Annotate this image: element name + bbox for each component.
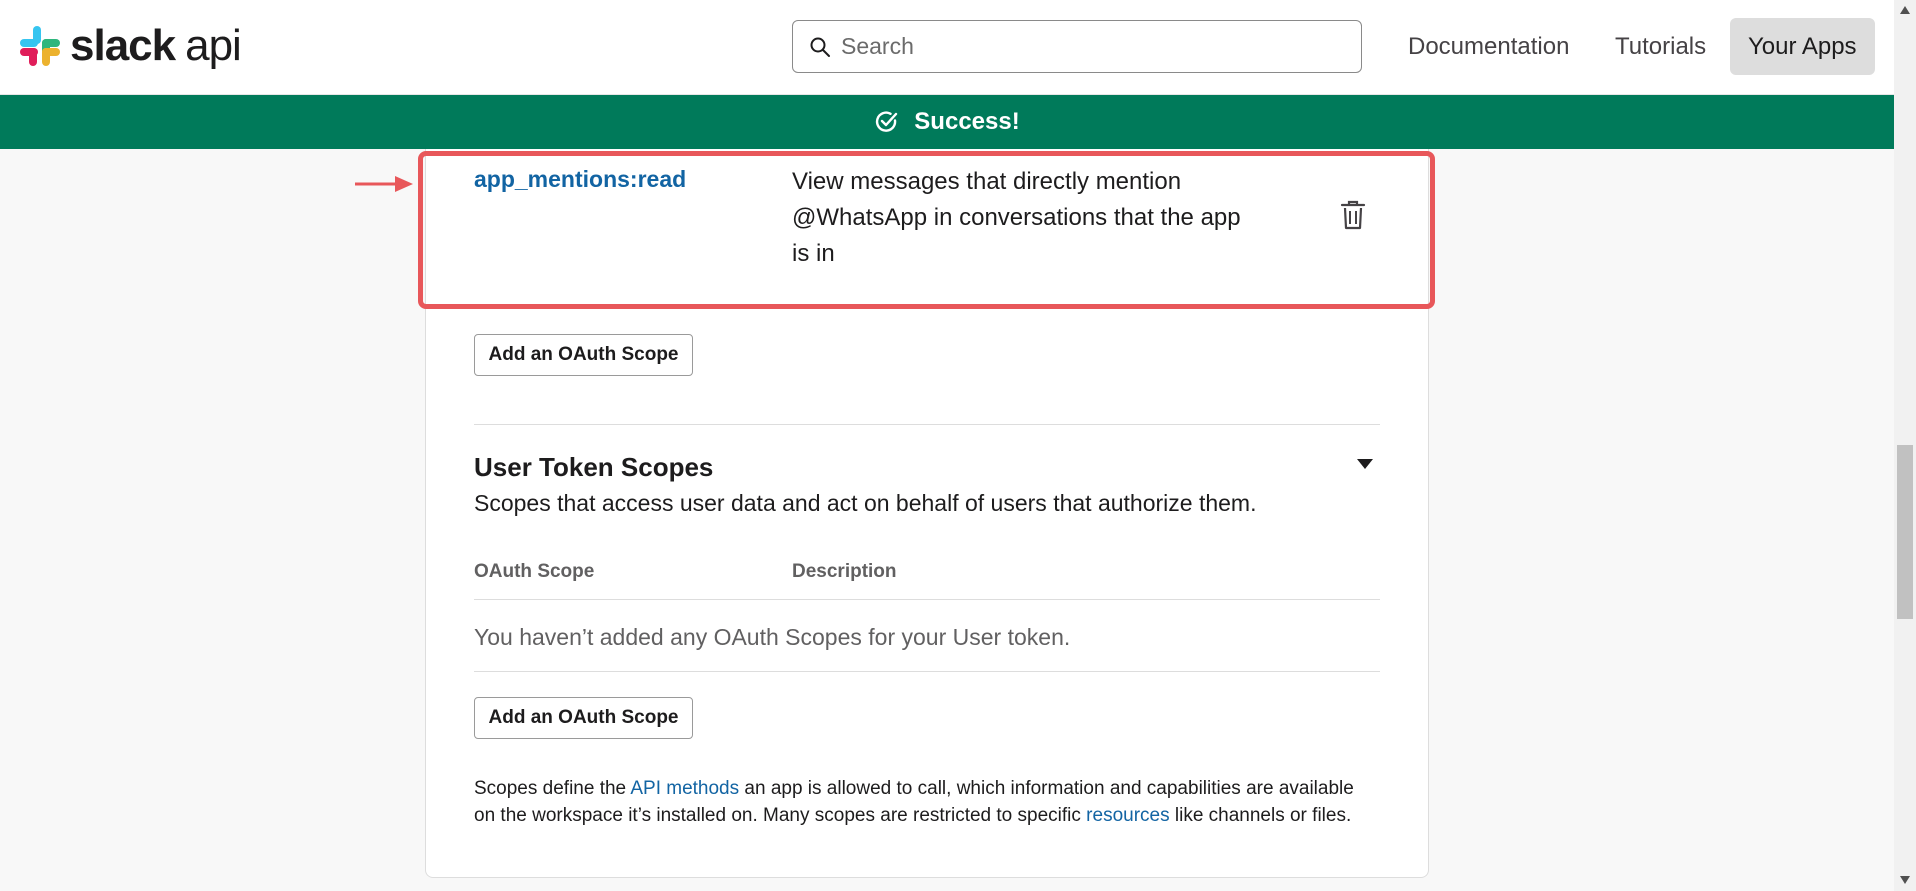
column-header-oauth-scope: OAuth Scope (474, 561, 595, 582)
scope-description: View messages that directly mention @Wha… (792, 168, 1241, 267)
scrollbar-thumb[interactable] (1897, 445, 1913, 619)
nav-your-apps[interactable]: Your Apps (1730, 18, 1875, 75)
add-user-oauth-scope-button[interactable]: Add an OAuth Scope (474, 697, 693, 739)
logo-wordmark: slack api (70, 21, 242, 70)
success-text: Success! (914, 108, 1020, 135)
user-token-scopes-subtitle: Scopes that access user data and act on … (474, 490, 1257, 516)
footnote-text-3: like channels or files. (1169, 805, 1352, 826)
arrow-icon (355, 176, 413, 192)
footnote-text-1: Scopes define the (474, 778, 631, 799)
table-header-divider (474, 599, 1380, 600)
slack-logo-icon (20, 26, 60, 66)
resources-link[interactable]: resources (1086, 805, 1169, 826)
success-banner: Success! (0, 95, 1894, 149)
top-navigation-bar: slackapi Documentation Tutorials Your Ap… (0, 0, 1894, 95)
slack-api-logo[interactable]: slack api (18, 21, 242, 70)
column-header-description: Description (792, 561, 897, 582)
api-methods-link[interactable]: API methods (630, 778, 739, 799)
trash-icon[interactable] (1340, 200, 1366, 230)
section-divider (474, 424, 1380, 425)
search-input[interactable] (841, 33, 1321, 60)
search-icon (810, 37, 830, 57)
table-bottom-divider (474, 671, 1380, 672)
caret-down-icon[interactable] (1357, 459, 1373, 469)
check-circle-icon (876, 111, 898, 132)
search-box[interactable] (792, 20, 1362, 73)
empty-scopes-message: You haven’t added any OAuth Scopes for y… (474, 624, 1071, 650)
scopes-footnote: Scopes define the API methods an app is … (474, 775, 1380, 829)
page-scrollbar[interactable] (1894, 0, 1916, 891)
user-token-scopes-title: User Token Scopes (474, 452, 714, 482)
nav-documentation[interactable]: Documentation (1408, 18, 1569, 75)
scroll-up-icon[interactable] (1900, 6, 1910, 14)
nav-tutorials[interactable]: Tutorials (1615, 18, 1706, 75)
scope-name-link[interactable]: app_mentions:read (474, 166, 686, 193)
scroll-down-icon[interactable] (1900, 876, 1910, 884)
add-oauth-scope-button[interactable]: Add an OAuth Scope (474, 334, 693, 376)
